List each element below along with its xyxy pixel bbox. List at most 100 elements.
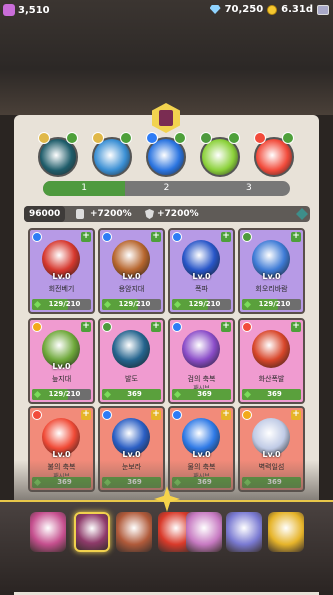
element-icon xyxy=(38,132,50,144)
navigate-icon[interactable] xyxy=(296,208,308,220)
gold-icon xyxy=(267,4,278,15)
element-icon xyxy=(32,410,42,420)
skill-icon xyxy=(252,330,290,368)
element-icon xyxy=(172,410,182,420)
swap-icon[interactable] xyxy=(174,132,186,144)
upgrade-plus-icon[interactable]: + xyxy=(151,322,161,332)
nav-sword-button[interactable] xyxy=(116,512,152,552)
upgrade-plus-icon[interactable]: + xyxy=(81,232,91,242)
flag-count: 3,510 xyxy=(18,4,50,16)
skill-name: 용암지대 xyxy=(118,285,145,293)
flag-icon xyxy=(3,4,15,16)
skill-level: Lv.0 xyxy=(122,272,141,281)
skill-name: 폭파 xyxy=(195,285,208,293)
element-icon xyxy=(32,322,42,332)
skill-name: 화산폭발 xyxy=(258,375,285,383)
gem-icon xyxy=(209,5,221,14)
skill-level: Lv.0 xyxy=(122,450,141,459)
element-icon xyxy=(242,322,252,332)
equipped-skill-fire-swirl[interactable] xyxy=(254,132,294,177)
element-icon xyxy=(102,232,112,242)
upgrade-plus-icon[interactable]: + xyxy=(151,410,161,420)
card-count-bar: 129/210 xyxy=(242,299,301,310)
skill-icon xyxy=(182,330,220,368)
card-count: 369 xyxy=(127,390,142,398)
skill-level: Lv.0 xyxy=(52,272,71,281)
upgrade-plus-icon[interactable]: + xyxy=(221,322,231,332)
skill-level: Lv.0 xyxy=(262,450,281,459)
card-count: 369 xyxy=(267,390,282,398)
skill-card[interactable]: + Lv.0 늪지대 129/210 xyxy=(28,318,95,404)
skill-level: Lv.0 xyxy=(192,272,211,281)
upgrade-plus-icon[interactable]: + xyxy=(221,410,231,420)
upgrade-plus-icon[interactable]: + xyxy=(291,322,301,332)
equipped-skill-leaf-swirl[interactable] xyxy=(200,132,240,177)
skill-card[interactable]: + 화산폭발 369 xyxy=(238,318,305,404)
gem-count: 70,250 xyxy=(224,4,264,15)
skill-name: 회오리바람 xyxy=(255,285,288,293)
skill-card[interactable]: +검의 축복패시브369 xyxy=(168,318,235,404)
skill-card[interactable]: + Lv.0 회오리바람 129/210 xyxy=(238,228,305,314)
element-icon xyxy=(32,232,42,242)
upgrade-plus-icon[interactable]: + xyxy=(291,232,301,242)
upgrade-plus-icon[interactable]: + xyxy=(81,410,91,420)
tab-2[interactable]: 2 xyxy=(125,181,207,196)
skill-icon xyxy=(112,330,150,368)
upgrade-plus-icon[interactable]: + xyxy=(221,232,231,242)
card-count-bar: 369 xyxy=(172,389,231,400)
swap-icon[interactable] xyxy=(120,132,132,144)
nav-treasure-button[interactable] xyxy=(30,512,66,552)
skill-card[interactable]: + Lv.0 폭파 129/210 xyxy=(168,228,235,314)
swap-icon[interactable] xyxy=(66,132,78,144)
card-count-bar: 129/210 xyxy=(32,299,91,310)
inbox-icon[interactable] xyxy=(317,4,329,15)
swap-icon[interactable] xyxy=(228,132,240,144)
card-count-bar: 369 xyxy=(242,389,301,400)
element-icon xyxy=(254,132,266,144)
element-icon xyxy=(146,132,158,144)
skill-name: 회전베기 xyxy=(48,285,75,293)
card-count: 129/210 xyxy=(48,300,81,308)
card-count-bar: 129/210 xyxy=(102,299,161,310)
defense-bonus: +7200% xyxy=(157,209,199,219)
equipped-skill-water-vortex[interactable] xyxy=(146,132,186,177)
tab-1[interactable]: 1 xyxy=(43,181,126,196)
defense-bonus-icon xyxy=(145,209,154,219)
element-icon xyxy=(102,322,112,332)
equipped-skill-deer-spirit[interactable] xyxy=(38,132,78,177)
card-count: 129/210 xyxy=(258,300,291,308)
attack-bonus: +7200% xyxy=(90,209,132,219)
skill-level: Lv.0 xyxy=(52,362,71,371)
element-icon xyxy=(172,232,182,242)
nav-warrior-button[interactable] xyxy=(226,512,262,552)
swap-icon[interactable] xyxy=(282,132,294,144)
skill-level: Lv.0 xyxy=(262,272,281,281)
card-count-bar: 129/210 xyxy=(172,299,231,310)
nav-chest-button[interactable] xyxy=(186,512,222,552)
attack-bonus-icon xyxy=(76,209,84,219)
element-icon xyxy=(200,132,212,144)
upgrade-plus-icon[interactable]: + xyxy=(291,410,301,420)
element-icon xyxy=(172,322,182,332)
skill-card[interactable]: + 발도 369 xyxy=(98,318,165,404)
equipped-skills-row xyxy=(0,130,333,178)
skill-name: 발도 xyxy=(125,375,138,383)
card-count-bar: 369 xyxy=(102,389,161,400)
loadout-tabs: 1 2 3 xyxy=(43,181,290,196)
upgrade-plus-icon[interactable]: + xyxy=(151,232,161,242)
skill-card[interactable]: + Lv.0 회전베기 129/210 xyxy=(28,228,95,314)
skill-level: Lv.0 xyxy=(52,450,71,459)
card-count: 129/210 xyxy=(188,300,221,308)
stats-bar: 96000 +7200% +7200% xyxy=(24,206,310,222)
card-count: 129/210 xyxy=(48,390,81,398)
element-icon xyxy=(242,410,252,420)
skill-name: 늪지대 xyxy=(51,375,72,383)
upgrade-plus-icon[interactable]: + xyxy=(81,322,91,332)
flag-counter[interactable]: 3,510 xyxy=(3,4,50,16)
nav-shop-button[interactable] xyxy=(268,512,304,552)
tab-3[interactable]: 3 xyxy=(208,181,290,196)
skill-card[interactable]: + Lv.0 용암지대 129/210 xyxy=(98,228,165,314)
equipped-skill-lightning-orb[interactable] xyxy=(92,132,132,177)
nav-skills-button[interactable] xyxy=(74,512,110,552)
element-icon xyxy=(92,132,104,144)
